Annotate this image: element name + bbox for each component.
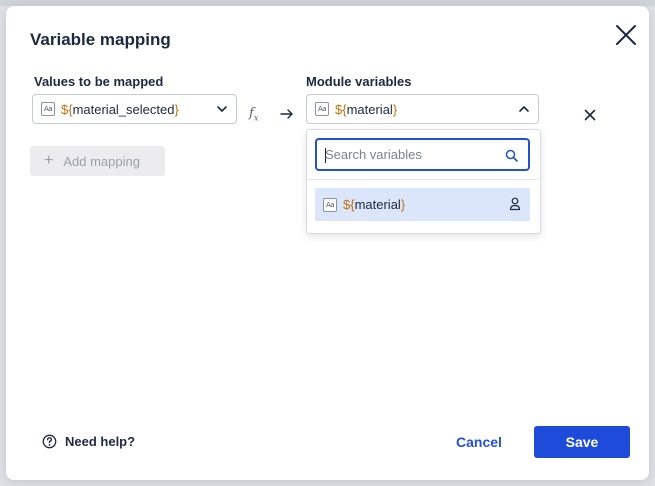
dropdown-divider bbox=[307, 179, 538, 180]
text-type-icon: Aa bbox=[315, 102, 329, 116]
source-variable-select[interactable]: Aa ${material_selected} bbox=[32, 94, 237, 124]
chevron-up-icon bbox=[519, 106, 529, 112]
text-type-icon: Aa bbox=[323, 197, 337, 212]
source-variable-value: ${material_selected} bbox=[61, 101, 179, 117]
module-variables-label: Module variables bbox=[306, 74, 412, 89]
variable-mapping-dialog: Variable mapping Values to be mapped Mod… bbox=[6, 6, 649, 480]
plus-icon: + bbox=[44, 152, 54, 169]
dialog-title: Variable mapping bbox=[30, 30, 171, 49]
search-icon bbox=[505, 149, 518, 162]
search-variables-input[interactable] bbox=[325, 147, 495, 162]
help-icon bbox=[42, 434, 57, 449]
variable-option-material[interactable]: Aa ${material} bbox=[315, 188, 530, 221]
user-icon bbox=[509, 197, 521, 211]
arrow-right-icon bbox=[280, 109, 293, 119]
add-mapping-label: Add mapping bbox=[63, 153, 140, 169]
save-button[interactable]: Save bbox=[534, 426, 630, 458]
module-variable-value: ${material} bbox=[335, 101, 398, 117]
module-variables-dropdown: Aa ${material} bbox=[306, 129, 541, 234]
close-icon[interactable] bbox=[613, 22, 639, 48]
chevron-down-icon bbox=[217, 106, 227, 112]
need-help-label: Need help? bbox=[65, 434, 136, 449]
add-mapping-button[interactable]: + Add mapping bbox=[30, 146, 165, 176]
need-help-link[interactable]: Need help? bbox=[42, 434, 135, 449]
cancel-button[interactable]: Cancel bbox=[456, 434, 502, 450]
search-variables-field[interactable] bbox=[315, 138, 530, 171]
text-type-icon: Aa bbox=[41, 102, 55, 116]
module-variable-select[interactable]: Aa ${material} bbox=[306, 94, 539, 124]
function-icon[interactable]: fx bbox=[249, 106, 258, 123]
remove-mapping-icon[interactable] bbox=[584, 109, 596, 121]
values-to-be-mapped-label: Values to be mapped bbox=[34, 74, 164, 89]
option-label: ${material} bbox=[343, 197, 406, 212]
text-caret bbox=[325, 148, 326, 163]
